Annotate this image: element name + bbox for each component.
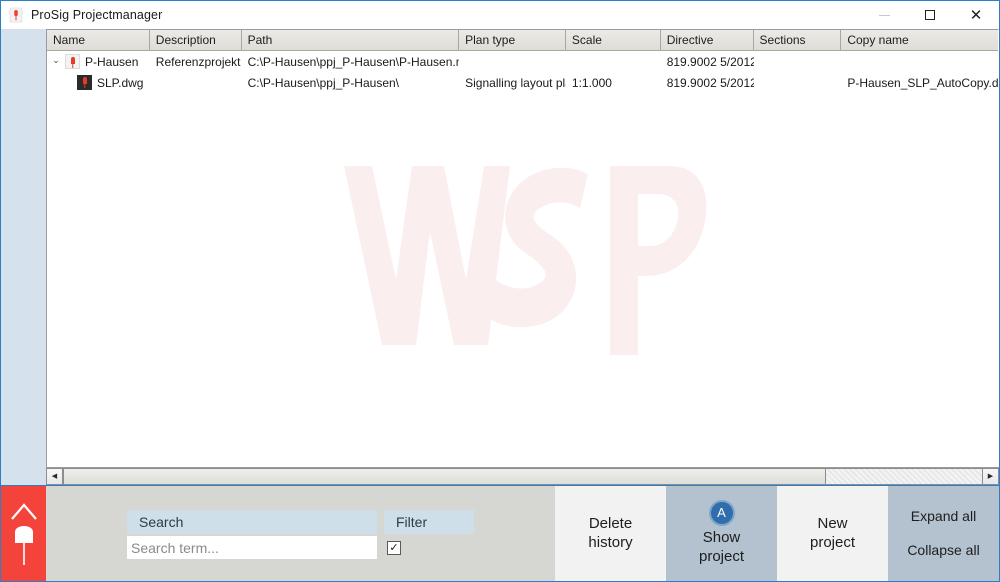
title-bar: ProSig Projectmanager ✕ <box>1 1 999 29</box>
grid-header: Name Description Path Plan type Scale Di… <box>47 30 998 51</box>
prosig-logo <box>1 486 46 581</box>
cell-plan-type: Signalling layout plan <box>465 75 566 90</box>
column-header-copy-name[interactable]: Copy name <box>841 30 998 51</box>
search-label: Search <box>127 510 377 534</box>
wsp-watermark <box>47 30 998 467</box>
cell-name[interactable]: SLP.dwg <box>47 72 150 93</box>
window-body: Name Description Path Plan type Scale Di… <box>1 29 999 485</box>
cell-directive: 819.9002 5/2012 <box>666 54 754 69</box>
cell-plan-type <box>459 51 566 72</box>
close-button[interactable]: ✕ <box>953 1 999 29</box>
collapse-all-button[interactable]: Collapse all <box>907 542 979 560</box>
column-header-scale[interactable]: Scale <box>565 30 661 51</box>
prosig-signal-icon <box>8 7 24 23</box>
delete-history-line2: history <box>588 533 633 551</box>
cell-path: C:\P-Hausen\ppj_P-Hausen\P-Hausen.mdb <box>247 54 460 69</box>
new-project-line1: New <box>817 514 848 532</box>
column-header-directive[interactable]: Directive <box>660 30 754 51</box>
action-panels: Delete history A Show project New projec… <box>555 486 999 581</box>
horizontal-scrollbar[interactable]: ◀ ▶ <box>46 467 999 485</box>
window-title: ProSig Projectmanager <box>31 8 163 22</box>
tree-actions-panel: Expand all Collapse all <box>888 486 999 581</box>
delete-history-button[interactable]: Delete history <box>555 486 666 581</box>
chevron-down-icon[interactable]: ⌄ <box>47 57 65 66</box>
prosig-window: ProSig Projectmanager ✕ Name Description… <box>0 0 1000 582</box>
search-column: Search Search term... <box>127 510 377 559</box>
filter-label: Filter <box>384 510 474 534</box>
table-row[interactable]: ⌄ P-Hausen Referenzprojekt C:\P-Hausen\p… <box>47 51 998 72</box>
accesskey-badge-a: A <box>708 500 735 527</box>
scrollbar-track[interactable] <box>63 468 982 485</box>
cell-scale: 1:1.000 <box>571 75 612 90</box>
column-header-sections[interactable]: Sections <box>753 30 842 51</box>
search-filter-block: Search Search term... Filter ✓ <box>127 510 474 559</box>
column-header-description[interactable]: Description <box>149 30 242 51</box>
cell-directive: 819.9002 5/2012 <box>666 75 754 90</box>
content-area: Name Description Path Plan type Scale Di… <box>46 29 999 485</box>
new-project-line2: project <box>809 533 856 551</box>
row-name-label: SLP.dwg <box>97 75 144 90</box>
bottom-toolbar: Search Search term... Filter ✓ Delete hi… <box>1 485 999 581</box>
table-row[interactable]: SLP.dwg C:\P-Hausen\ppj_P-Hausen\ Signal… <box>47 72 998 93</box>
expand-all-button[interactable]: Expand all <box>911 508 976 526</box>
project-grid: Name Description Path Plan type Scale Di… <box>46 29 999 467</box>
cell-scale <box>566 51 661 72</box>
filter-checkbox-row: ✓ <box>384 536 474 559</box>
cell-description <box>150 72 242 93</box>
minimize-button[interactable] <box>861 1 907 29</box>
cell-copy-name <box>841 51 998 72</box>
scroll-right-arrow-icon[interactable]: ▶ <box>982 468 999 485</box>
maximize-button[interactable] <box>907 1 953 29</box>
cell-description: Referenzprojekt <box>155 54 241 69</box>
show-project-line1: Show <box>702 529 741 547</box>
show-project-line2: project <box>698 548 745 565</box>
cell-copy-name: P-Hausen_SLP_AutoCopy.dwg <box>847 75 998 90</box>
cell-path: C:\P-Hausen\ppj_P-Hausen\ <box>247 75 400 90</box>
search-input[interactable]: Search term... <box>127 536 377 559</box>
cell-sections <box>754 51 842 72</box>
grid-rows: ⌄ P-Hausen Referenzprojekt C:\P-Hausen\p… <box>47 51 998 93</box>
scrollbar-thumb[interactable] <box>63 468 826 485</box>
show-project-button[interactable]: A Show project <box>666 486 777 581</box>
left-rail <box>1 29 46 485</box>
search-area: Search Search term... Filter ✓ <box>46 486 555 581</box>
filter-checkbox[interactable]: ✓ <box>387 540 401 555</box>
cell-name[interactable]: ⌄ P-Hausen <box>47 51 150 72</box>
column-header-plan-type[interactable]: Plan type <box>459 30 566 51</box>
filter-column: Filter ✓ <box>384 510 474 559</box>
column-header-name[interactable]: Name <box>47 30 150 51</box>
delete-history-line1: Delete <box>588 514 633 532</box>
project-signal-icon <box>65 54 80 69</box>
drawing-signal-icon <box>77 75 92 90</box>
window-controls: ✕ <box>861 1 999 29</box>
new-project-button[interactable]: New project <box>777 486 888 581</box>
scroll-left-arrow-icon[interactable]: ◀ <box>46 468 63 485</box>
cell-sections <box>754 72 842 93</box>
column-header-path[interactable]: Path <box>241 30 460 51</box>
row-name-label: P-Hausen <box>85 54 139 69</box>
